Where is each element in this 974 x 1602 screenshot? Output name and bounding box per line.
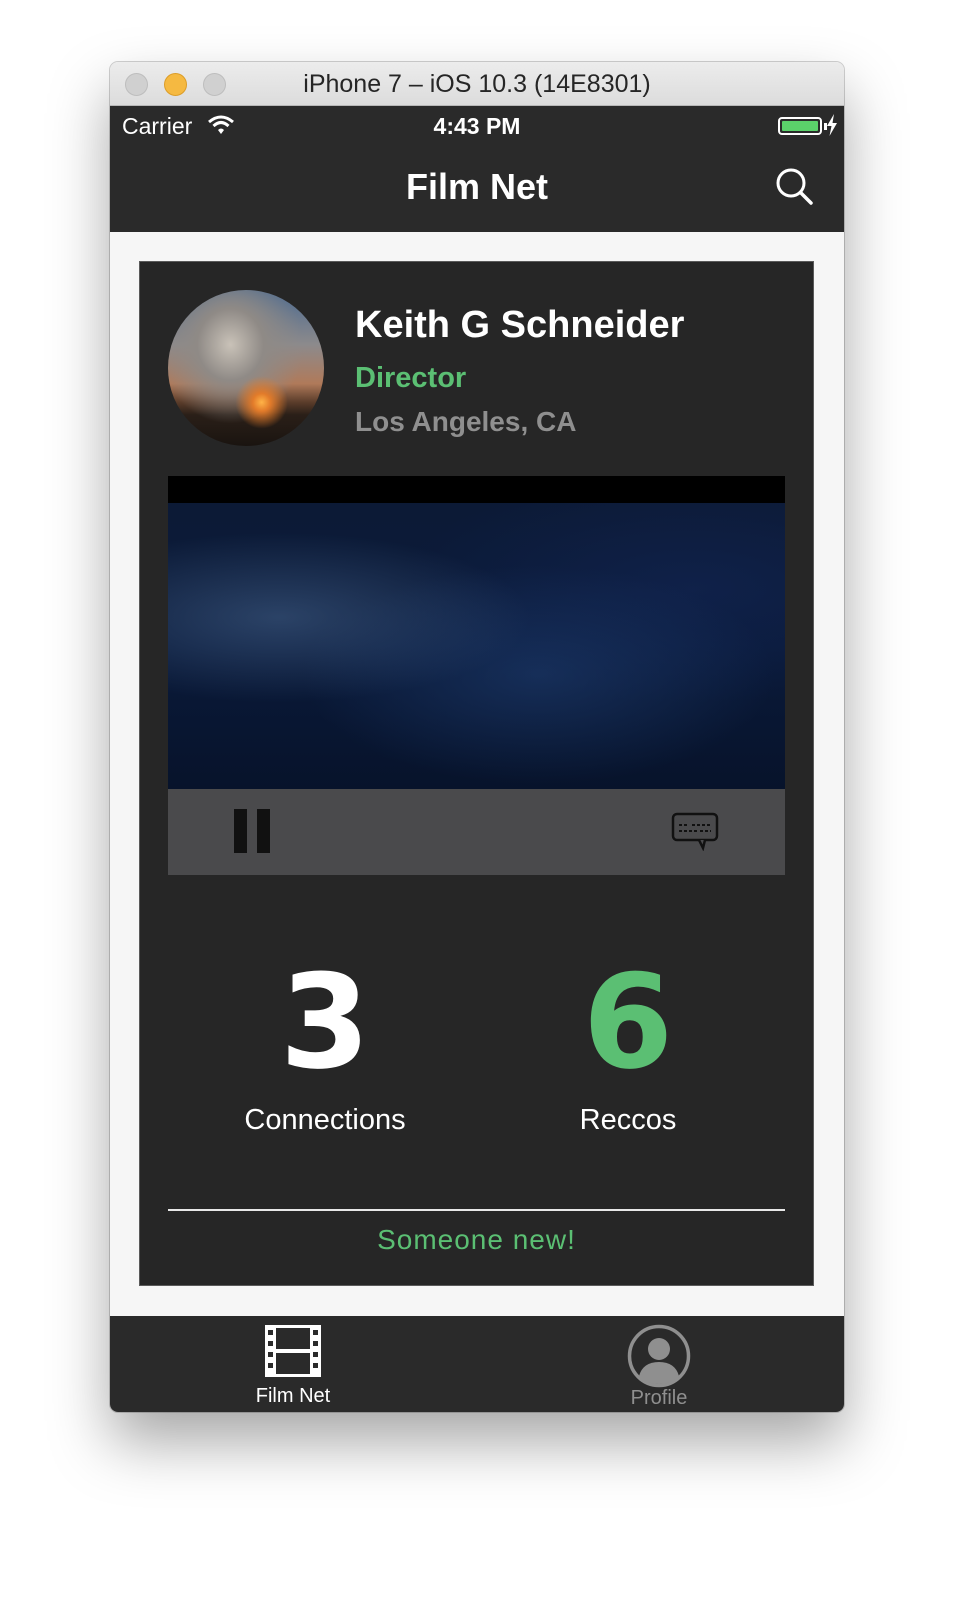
connections-label: Connections <box>244 1104 406 1136</box>
reccos-label: Reccos <box>579 1104 677 1136</box>
battery-icon <box>778 117 822 135</box>
charging-bolt-icon <box>827 114 837 136</box>
someone-new-link[interactable]: Someone new! <box>140 1224 813 1256</box>
divider <box>168 1209 785 1211</box>
film-icon <box>265 1325 321 1377</box>
avatar[interactable] <box>168 290 324 446</box>
connections-count: 3 <box>279 946 371 1098</box>
navigation-bar: Film Net <box>110 146 844 232</box>
tab-bar: Film Net Profile <box>110 1316 844 1412</box>
reccos-count: 6 <box>582 946 674 1098</box>
status-time: 4:43 PM <box>433 113 521 139</box>
reccos-stat[interactable]: 6 Reccos <box>498 946 758 1137</box>
window-title: iPhone 7 – iOS 10.3 (14E8301) <box>303 70 651 98</box>
nav-title: Film Net <box>405 166 548 207</box>
profile-name: Keith G Schneider <box>355 304 685 346</box>
status-bar: Carrier 4:43 PM <box>110 106 844 146</box>
tab-label-profile: Profile <box>630 1387 688 1409</box>
tab-label-film-net: Film Net <box>255 1385 331 1407</box>
video-player[interactable] <box>168 476 785 875</box>
tab-profile[interactable]: Profile <box>589 1324 729 1410</box>
video-controls <box>168 789 785 875</box>
video-frame[interactable] <box>168 503 785 789</box>
profile-role: Director <box>355 362 467 394</box>
pause-icon[interactable] <box>232 809 272 855</box>
profile-card: Keith G Schneider Director Los Angeles, … <box>139 261 814 1286</box>
search-icon[interactable] <box>774 166 814 206</box>
connections-stat[interactable]: 3 Connections <box>195 946 455 1137</box>
profile-icon <box>627 1324 691 1388</box>
simulator-window: iPhone 7 – iOS 10.3 (14E8301) Carrier 4:… <box>110 62 844 1412</box>
profile-location: Los Angeles, CA <box>355 406 577 437</box>
main-content: Keith G Schneider Director Los Angeles, … <box>110 232 844 1316</box>
window-titlebar: iPhone 7 – iOS 10.3 (14E8301) <box>110 62 844 106</box>
tab-film-net[interactable]: Film Net <box>223 1324 363 1408</box>
subtitles-icon[interactable] <box>671 811 719 851</box>
